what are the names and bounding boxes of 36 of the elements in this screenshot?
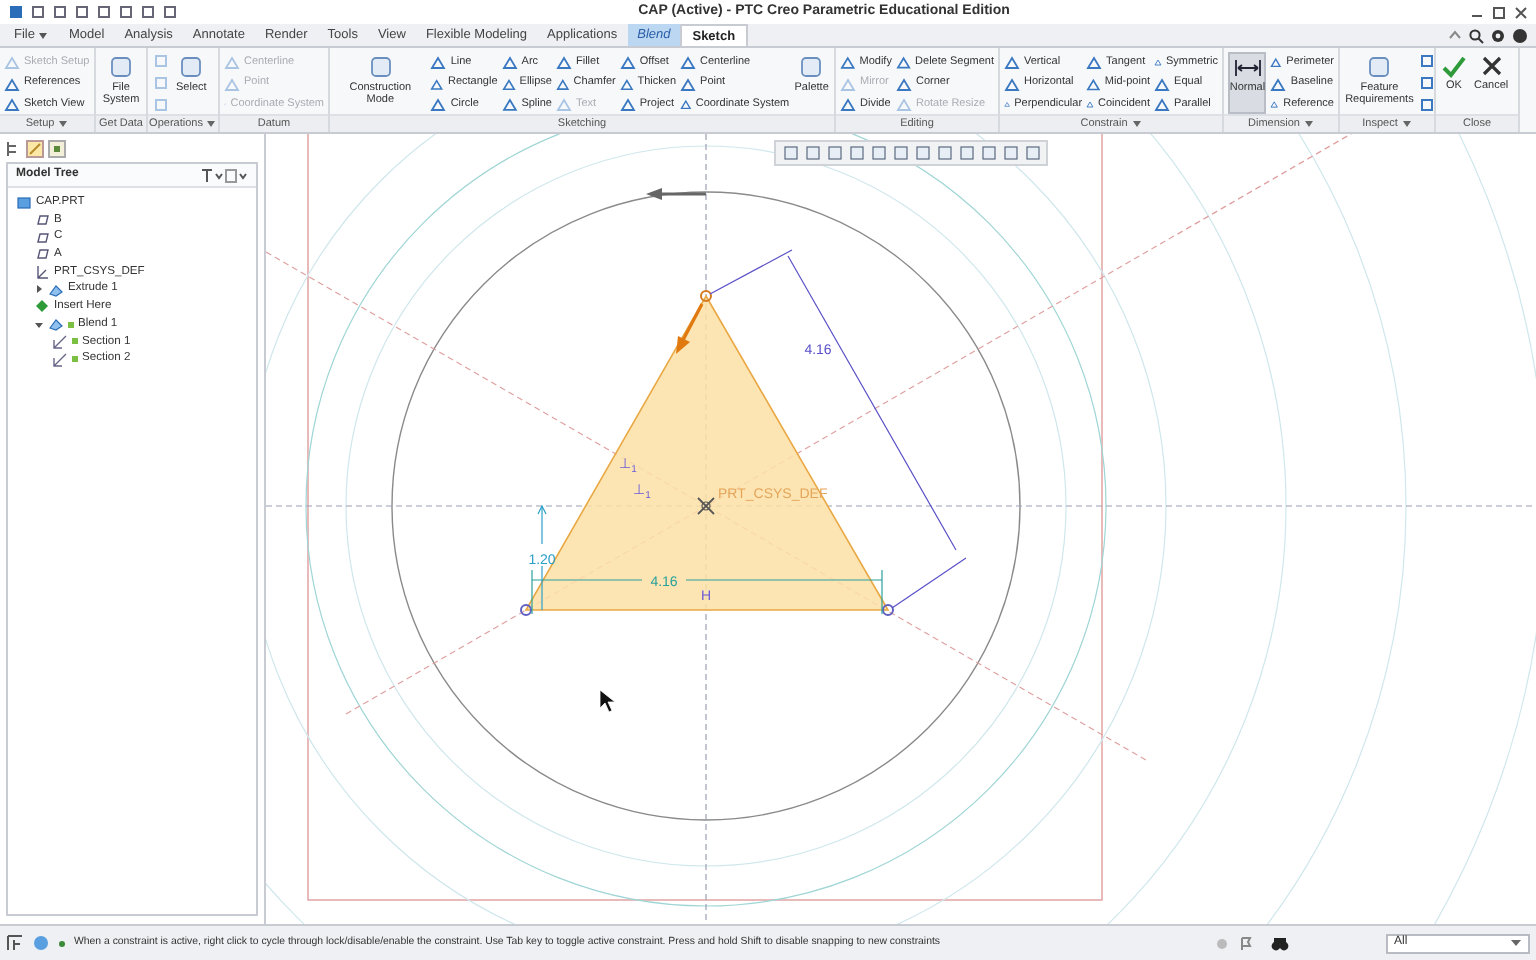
collapse-ribbon-icon[interactable] bbox=[1448, 28, 1462, 42]
tree-filter-icon[interactable] bbox=[200, 167, 224, 183]
status-indicator-icon bbox=[1214, 935, 1230, 951]
settings-icon[interactable] bbox=[1490, 27, 1506, 43]
expand-arrow-icon[interactable] bbox=[34, 284, 44, 295]
ribbon-icon-button[interactable] bbox=[1418, 52, 1434, 72]
dropdown-caret-icon bbox=[38, 31, 49, 39]
maximize-icon[interactable] bbox=[1492, 5, 1506, 19]
checkmark-icon bbox=[1442, 54, 1466, 78]
dropdown-caret-icon bbox=[1303, 120, 1314, 128]
layer-tab-icon[interactable] bbox=[48, 139, 66, 157]
dropdown-caret-icon bbox=[58, 120, 69, 128]
dropdown-caret-icon bbox=[1401, 120, 1412, 128]
tree-toggle-icon[interactable] bbox=[6, 934, 24, 952]
app-logo-icon bbox=[8, 4, 24, 20]
message-bullet-icon bbox=[58, 939, 66, 947]
flag-icon[interactable] bbox=[1238, 935, 1254, 951]
close-icon bbox=[1479, 54, 1504, 78]
mouse-cursor-icon bbox=[599, 689, 616, 713]
dropdown-caret-icon bbox=[206, 120, 217, 128]
start-point-arrow bbox=[646, 188, 706, 200]
search-icon[interactable] bbox=[1468, 27, 1484, 43]
browser-icon[interactable] bbox=[32, 934, 50, 952]
dimension-icon bbox=[1233, 56, 1262, 80]
folder-tab-icon[interactable] bbox=[26, 139, 44, 157]
tree-tab-icon[interactable] bbox=[4, 139, 22, 157]
ribbon-icon-button[interactable] bbox=[1418, 94, 1434, 114]
binoculars-icon[interactable] bbox=[1270, 935, 1290, 951]
ribbon-icon-button[interactable] bbox=[1418, 73, 1434, 93]
tree-settings-icon[interactable] bbox=[224, 167, 248, 183]
expand-arrow-icon[interactable] bbox=[34, 319, 44, 330]
dropdown-caret-icon bbox=[1131, 120, 1142, 128]
csys-marker-icon bbox=[697, 497, 715, 515]
direction-arrow bbox=[676, 303, 704, 354]
dropdown-caret-icon bbox=[1510, 938, 1522, 948]
close-icon[interactable] bbox=[1514, 5, 1528, 19]
